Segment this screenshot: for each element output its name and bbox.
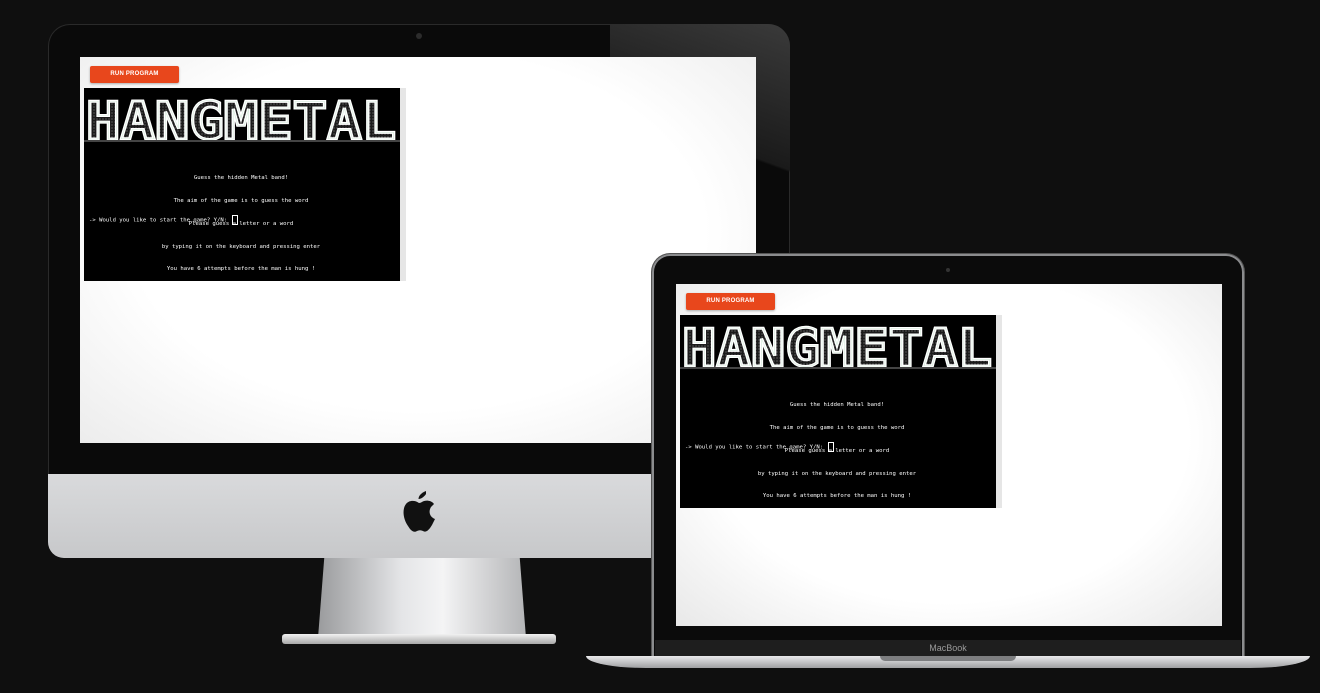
- hangmetal-banner: HANGMETAL HANGMETAL: [84, 94, 400, 146]
- intro-line: by typing it on the keyboard and pressin…: [161, 243, 321, 250]
- intro-line: You have 6 attempts before the man is hu…: [762, 493, 912, 500]
- hangmetal-banner: HANGMETAL HANGMETAL: [680, 321, 996, 373]
- terminal[interactable]: HANGMETAL HANGMETAL Guess the hidden Met…: [84, 88, 406, 281]
- terminal-scrollbar[interactable]: [400, 88, 406, 281]
- terminal[interactable]: HANGMETAL HANGMETAL Guess the hidden Met…: [680, 315, 1002, 508]
- intro-line: Guess the hidden Metal band!: [789, 402, 885, 409]
- start-prompt: -> Would you like to start the game? Y/N…: [685, 442, 835, 452]
- run-program-button[interactable]: RUN PROGRAM: [90, 66, 179, 83]
- imac-camera-icon: [416, 33, 422, 39]
- macbook-screen: RUN PROGRAM HANGMETAL HANGMETAL Guess th…: [676, 284, 1222, 626]
- text-cursor[interactable]: [828, 442, 835, 452]
- start-prompt: -> Would you like to start the game? Y/N…: [89, 215, 239, 225]
- prompt-text: -> Would you like to start the game? Y/N…: [89, 217, 231, 224]
- imac-stand-base: [282, 634, 556, 644]
- svg-text:HANGMETAL: HANGMETAL: [86, 94, 396, 146]
- intro-line: The aim of the game is to guess the word: [769, 424, 905, 431]
- text-cursor[interactable]: [232, 215, 239, 225]
- macbook-brand-label: MacBook: [929, 643, 967, 653]
- run-program-button[interactable]: RUN PROGRAM: [686, 293, 775, 310]
- terminal-scrollbar[interactable]: [996, 315, 1002, 508]
- intro-line: You have 6 attempts before the man is hu…: [166, 266, 316, 273]
- prompt-text: -> Would you like to start the game? Y/N…: [685, 444, 827, 451]
- macbook-notch: [880, 656, 1016, 661]
- intro-line: The aim of the game is to guess the word: [173, 197, 309, 204]
- imac-stand: [318, 558, 526, 638]
- svg-text:HANGMETAL: HANGMETAL: [682, 321, 992, 373]
- intro-line: by typing it on the keyboard and pressin…: [757, 470, 917, 477]
- macbook-camera-icon: [946, 268, 950, 272]
- apple-logo-icon: [403, 491, 435, 532]
- intro-line: Guess the hidden Metal band!: [193, 175, 289, 182]
